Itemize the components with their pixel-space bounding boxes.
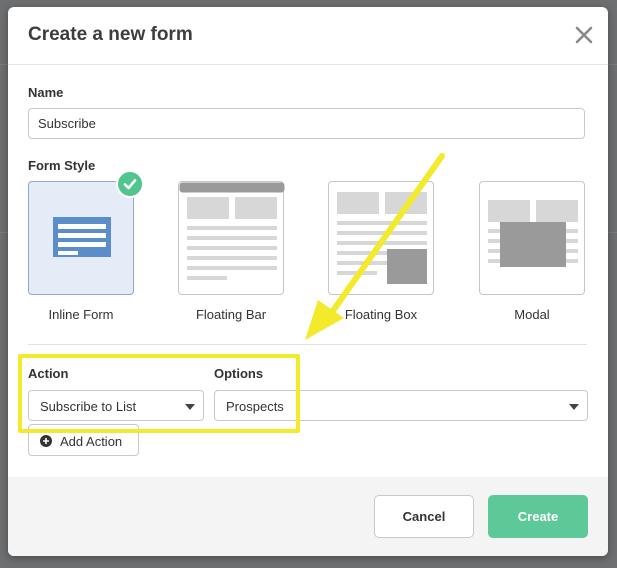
style-card-inline-form[interactable] (28, 181, 134, 295)
style-label-modal: Modal (514, 307, 550, 322)
modal-header: Create a new form (8, 7, 608, 65)
plus-circle-icon (40, 435, 52, 447)
style-label-inline-form: Inline Form (48, 307, 114, 322)
modal-title: Create a new form (28, 24, 193, 45)
name-label: Name (28, 85, 64, 100)
modal-style-icon (488, 200, 578, 267)
create-button[interactable]: Create (488, 495, 588, 538)
create-form-modal: Create a new form Name Form Style (8, 7, 608, 556)
options-label: Options (214, 366, 264, 381)
caret-down-icon (569, 404, 579, 410)
action-select[interactable]: Subscribe to List (28, 390, 204, 421)
action-select-value: Subscribe to List (40, 399, 137, 414)
options-select-value: Prospects (226, 399, 284, 414)
style-label-floating-box: Floating Box (344, 307, 418, 322)
section-divider (28, 344, 587, 345)
close-icon[interactable] (572, 23, 596, 47)
floating-box-icon (337, 192, 427, 284)
add-action-button[interactable]: Add Action (28, 424, 139, 456)
style-card-modal[interactable] (479, 181, 585, 295)
check-icon (123, 179, 137, 190)
name-input[interactable] (28, 108, 585, 139)
action-label: Action (28, 366, 69, 381)
style-label-floating-bar: Floating Bar (195, 307, 267, 322)
cancel-button[interactable]: Cancel (374, 495, 474, 538)
floating-bar-icon (179, 182, 285, 280)
modal-footer: Cancel Create (8, 477, 608, 556)
caret-down-icon (185, 404, 195, 410)
selected-check-badge (116, 170, 144, 198)
form-style-label: Form Style (28, 158, 96, 173)
style-card-floating-bar[interactable] (178, 181, 285, 295)
options-select[interactable]: Prospects (214, 390, 588, 421)
inline-form-icon (53, 217, 111, 257)
add-action-label: Add Action (60, 434, 123, 449)
style-card-floating-box[interactable] (328, 181, 434, 295)
